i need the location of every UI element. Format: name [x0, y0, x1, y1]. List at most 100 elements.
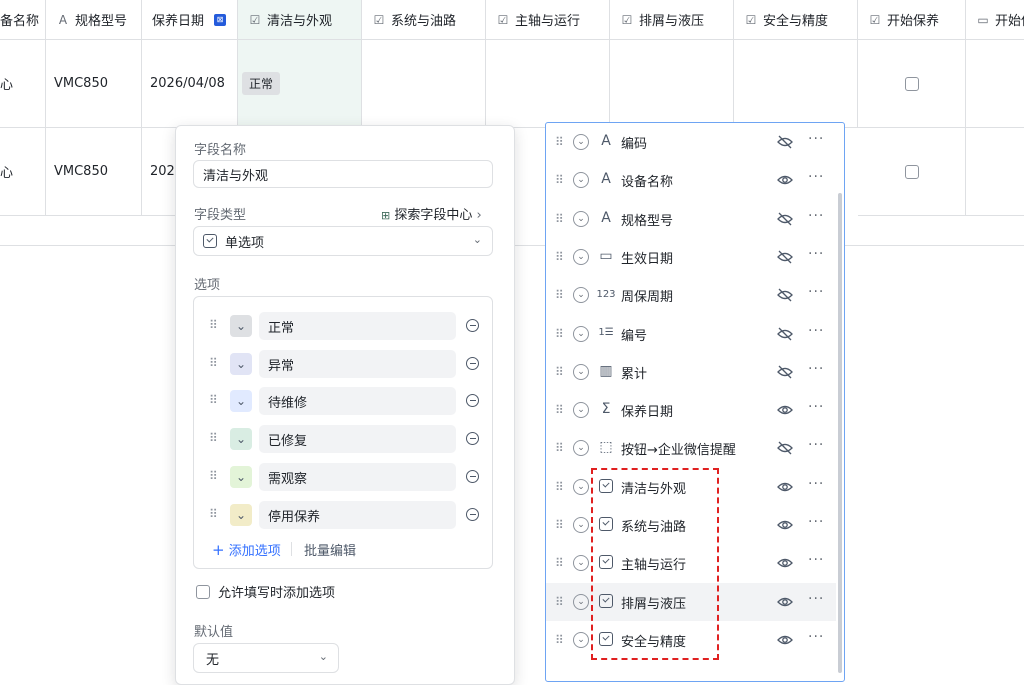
- field-list-item[interactable]: ⠿ ⌄ Σ 保养日期 ···: [546, 391, 836, 429]
- expand-chevron-icon[interactable]: ⌄: [573, 325, 589, 342]
- table-cell[interactable]: 2026/04/08: [142, 40, 238, 128]
- eye-off-icon[interactable]: [777, 441, 793, 455]
- eye-off-icon[interactable]: [777, 327, 793, 341]
- table-cell[interactable]: [966, 128, 1024, 216]
- drag-handle-icon[interactable]: ⠿: [209, 507, 219, 521]
- drag-handle-icon[interactable]: ⠿: [555, 480, 564, 494]
- option-input[interactable]: 正常: [259, 312, 456, 340]
- more-options-icon[interactable]: ···: [808, 476, 824, 492]
- expand-chevron-icon[interactable]: ⌄: [573, 478, 589, 495]
- expand-chevron-icon[interactable]: ⌄: [573, 363, 589, 380]
- eye-icon[interactable]: [777, 595, 793, 609]
- remove-option-icon[interactable]: [466, 394, 479, 407]
- header-spindle[interactable]: ☑ 主轴与运行: [486, 0, 610, 40]
- header-safety[interactable]: ☑ 安全与精度: [734, 0, 858, 40]
- more-options-icon[interactable]: ···: [808, 514, 824, 530]
- expand-chevron-icon[interactable]: ⌄: [573, 440, 589, 457]
- expand-chevron-icon[interactable]: ⌄: [573, 248, 589, 265]
- drag-handle-icon[interactable]: ⠿: [555, 365, 564, 379]
- more-options-icon[interactable]: ···: [808, 629, 824, 645]
- drag-handle-icon[interactable]: ⠿: [209, 318, 219, 332]
- field-list-item[interactable]: ⠿ ⌄ 1☰ 编号 ···: [546, 315, 836, 353]
- table-cell-selected[interactable]: 正常: [238, 40, 362, 128]
- more-options-icon[interactable]: ···: [808, 208, 824, 224]
- option-color-button[interactable]: ⌄: [230, 504, 252, 526]
- table-cell[interactable]: 心: [0, 128, 46, 216]
- drag-handle-icon[interactable]: ⠿: [555, 288, 564, 302]
- more-options-icon[interactable]: ···: [808, 284, 824, 300]
- field-list-item[interactable]: ⠿ ⌄ ▭ 生效日期 ···: [546, 238, 836, 276]
- drag-handle-icon[interactable]: ⠿: [209, 356, 219, 370]
- remove-option-icon[interactable]: [466, 432, 479, 445]
- table-cell[interactable]: [610, 40, 734, 128]
- eye-icon[interactable]: [777, 633, 793, 647]
- drag-handle-icon[interactable]: ⠿: [555, 250, 564, 264]
- field-list-item[interactable]: ⠿ ⌄ ▥ 累计 ···: [546, 353, 836, 391]
- field-name-input[interactable]: 清洁与外观: [193, 160, 493, 188]
- drag-handle-icon[interactable]: ⠿: [209, 431, 219, 445]
- expand-chevron-icon[interactable]: ⌄: [573, 210, 589, 227]
- table-cell[interactable]: [966, 40, 1024, 128]
- header-device-name[interactable]: 备名称: [0, 0, 46, 40]
- eye-off-icon[interactable]: [777, 212, 793, 226]
- more-options-icon[interactable]: ···: [808, 131, 824, 147]
- header-spec-model[interactable]: A 规格型号: [46, 0, 142, 40]
- table-cell[interactable]: VMC850: [46, 128, 142, 216]
- row-checkbox[interactable]: [904, 76, 919, 91]
- drag-handle-icon[interactable]: ⠿: [555, 135, 564, 149]
- eye-icon[interactable]: [777, 480, 793, 494]
- option-input[interactable]: 已修复: [259, 425, 456, 453]
- option-color-button[interactable]: ⌄: [230, 466, 252, 488]
- eye-off-icon[interactable]: [777, 135, 793, 149]
- drag-handle-icon[interactable]: ⠿: [555, 327, 564, 341]
- eye-icon[interactable]: [777, 556, 793, 570]
- eye-off-icon[interactable]: [777, 365, 793, 379]
- expand-chevron-icon[interactable]: ⌄: [573, 287, 589, 304]
- drag-handle-icon[interactable]: ⠿: [555, 518, 564, 532]
- table-cell[interactable]: [486, 40, 610, 128]
- more-options-icon[interactable]: ···: [808, 591, 824, 607]
- table-cell[interactable]: [858, 40, 966, 128]
- field-list-item[interactable]: ⠿ ⌄ A 编码 ···: [546, 123, 836, 161]
- batch-edit-button[interactable]: 批量编辑: [304, 540, 356, 559]
- more-options-icon[interactable]: ···: [808, 323, 824, 339]
- drag-handle-icon[interactable]: ⠿: [555, 633, 564, 647]
- option-input[interactable]: 停用保养: [259, 501, 456, 529]
- table-cell[interactable]: [858, 128, 966, 216]
- scrollbar[interactable]: [838, 193, 842, 673]
- header-cleaning[interactable]: ☑ 清洁与外观: [238, 0, 362, 40]
- drag-handle-icon[interactable]: ⠿: [555, 173, 564, 187]
- expand-chevron-icon[interactable]: ⌄: [573, 172, 589, 189]
- expand-chevron-icon[interactable]: ⌄: [573, 402, 589, 419]
- header-system-oil[interactable]: ☑ 系统与油路: [362, 0, 486, 40]
- drag-handle-icon[interactable]: ⠿: [555, 595, 564, 609]
- table-cell[interactable]: [362, 40, 486, 128]
- more-options-icon[interactable]: ···: [808, 399, 824, 415]
- drag-handle-icon[interactable]: ⠿: [209, 393, 219, 407]
- more-options-icon[interactable]: ···: [808, 552, 824, 568]
- remove-option-icon[interactable]: [466, 470, 479, 483]
- more-options-icon[interactable]: ···: [808, 246, 824, 262]
- allow-add-option-toggle[interactable]: 允许填写时添加选项: [196, 582, 335, 601]
- drag-handle-icon[interactable]: ⠿: [555, 556, 564, 570]
- remove-option-icon[interactable]: [466, 357, 479, 370]
- more-options-icon[interactable]: ···: [808, 169, 824, 185]
- header-maintenance-date[interactable]: 保养日期 ⊠: [142, 0, 238, 40]
- explore-field-center-link[interactable]: ⊞ 探索字段中心 ›: [381, 204, 482, 223]
- eye-off-icon[interactable]: [777, 288, 793, 302]
- field-list-item[interactable]: ⠿ ⌄ ⬚ 按钮→企业微信提醒 ···: [546, 429, 836, 467]
- field-list-item[interactable]: ⠿ ⌄ A 设备名称 ···: [546, 161, 836, 199]
- field-list-item[interactable]: ⠿ ⌄ 123 周保周期 ···: [546, 276, 836, 314]
- eye-icon[interactable]: [777, 518, 793, 532]
- option-color-button[interactable]: ⌄: [230, 428, 252, 450]
- default-value-select[interactable]: 无 ⌄: [193, 643, 339, 673]
- expand-chevron-icon[interactable]: ⌄: [573, 134, 589, 150]
- option-input[interactable]: 异常: [259, 350, 456, 378]
- option-input[interactable]: 需观察: [259, 463, 456, 491]
- remove-option-icon[interactable]: [466, 508, 479, 521]
- drag-handle-icon[interactable]: ⠿: [555, 403, 564, 417]
- expand-chevron-icon[interactable]: ⌄: [573, 555, 589, 572]
- table-cell[interactable]: 心: [0, 40, 46, 128]
- eye-icon[interactable]: [777, 173, 793, 187]
- expand-chevron-icon[interactable]: ⌄: [573, 631, 589, 648]
